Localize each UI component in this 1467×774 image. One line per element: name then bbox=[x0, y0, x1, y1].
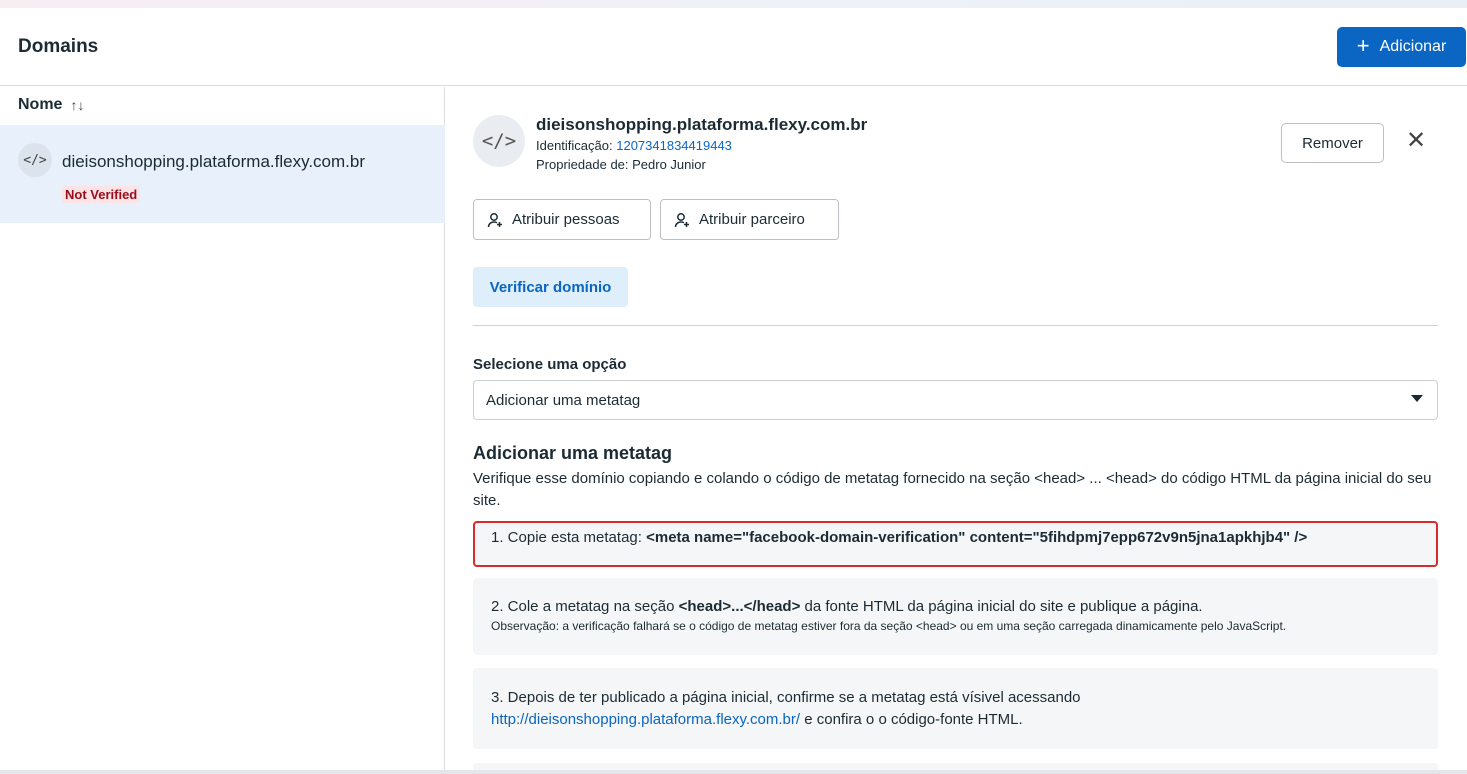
chevron-down-icon bbox=[1411, 395, 1423, 402]
section-description: Verifique esse domínio copiando e coland… bbox=[473, 470, 1432, 509]
page-header: Domains + Adicionar bbox=[0, 8, 1467, 86]
sort-label: Nome bbox=[18, 96, 63, 113]
assign-partner-label: Atribuir parceiro bbox=[699, 211, 805, 228]
close-icon[interactable]: ✕ bbox=[1404, 129, 1428, 153]
domain-id-label: Identificação: bbox=[536, 138, 613, 153]
step-1: 1. Copie esta metatag: <meta name="faceb… bbox=[473, 521, 1438, 567]
domain-detail-pane: </> dieisonshopping.plataforma.flexy.com… bbox=[446, 87, 1467, 774]
sort-icon[interactable]: ↑↓ bbox=[70, 97, 84, 113]
domain-id-link[interactable]: 1207341834419443 bbox=[616, 138, 732, 153]
section-title: Adicionar uma metatag bbox=[473, 443, 673, 463]
step-2-note: Observação: a verificação falhará se o c… bbox=[491, 619, 1287, 633]
assign-people-button[interactable]: Atribuir pessoas bbox=[473, 199, 651, 240]
step-2: 2. Cole a metatag na seção <head>...</he… bbox=[473, 578, 1438, 655]
assign-people-label: Atribuir pessoas bbox=[512, 211, 620, 228]
select-label: Selecione uma opção bbox=[473, 356, 627, 373]
bottom-strip bbox=[0, 770, 1467, 774]
step-3-text: 3. Depois de ter publicado a página inic… bbox=[491, 689, 1081, 706]
metatag-code[interactable]: <meta name="facebook-domain-verification… bbox=[646, 529, 1307, 546]
head-code: <head>...</head> bbox=[678, 598, 801, 615]
method-select-value: Adicionar uma metatag bbox=[486, 391, 641, 409]
add-person-icon bbox=[487, 212, 502, 227]
step-2-suffix: da fonte HTML da página inicial do site … bbox=[800, 598, 1203, 615]
verify-domain-button[interactable]: Verificar domínio bbox=[473, 267, 628, 307]
domain-id: Identificação: 1207341834419443 bbox=[536, 138, 732, 153]
code-icon: </> bbox=[473, 115, 525, 167]
plus-icon: + bbox=[1356, 33, 1370, 58]
add-button[interactable]: + Adicionar bbox=[1337, 27, 1466, 67]
domain-list-pane: Nome ↑↓ </> dieisonshopping.plataforma.f… bbox=[0, 87, 445, 770]
list-item-name: dieisonshopping.plataforma.flexy.com.br bbox=[62, 152, 366, 171]
sort-header[interactable]: Nome ↑↓ bbox=[18, 96, 84, 114]
step-1-prefix: 1. Copie esta metatag: bbox=[491, 529, 647, 546]
domain-name: dieisonshopping.plataforma.flexy.com.br bbox=[536, 115, 868, 134]
list-item[interactable]: </> dieisonshopping.plataforma.flexy.com… bbox=[0, 125, 445, 223]
remove-button[interactable]: Remover bbox=[1281, 123, 1384, 163]
top-gradient-strip bbox=[0, 0, 1467, 8]
code-icon: </> bbox=[18, 143, 52, 177]
add-button-label: Adicionar bbox=[1379, 38, 1447, 55]
status-badge: Not Verified bbox=[62, 186, 141, 203]
step-3-suffix: e confira o o código-fonte HTML. bbox=[800, 711, 1023, 728]
step-2-prefix: 2. Cole a metatag na seção bbox=[491, 598, 679, 615]
divider bbox=[473, 325, 1438, 326]
site-link[interactable]: http://dieisonshopping.plataforma.flexy.… bbox=[491, 711, 800, 728]
domain-owner: Propriedade de: Pedro Junior bbox=[536, 157, 706, 172]
add-person-icon bbox=[674, 212, 689, 227]
assign-partner-button[interactable]: Atribuir parceiro bbox=[660, 199, 839, 240]
method-select[interactable]: Adicionar uma metatag bbox=[473, 380, 1438, 420]
page-title: Domains bbox=[18, 36, 99, 57]
step-3: 3. Depois de ter publicado a página inic… bbox=[473, 668, 1438, 749]
